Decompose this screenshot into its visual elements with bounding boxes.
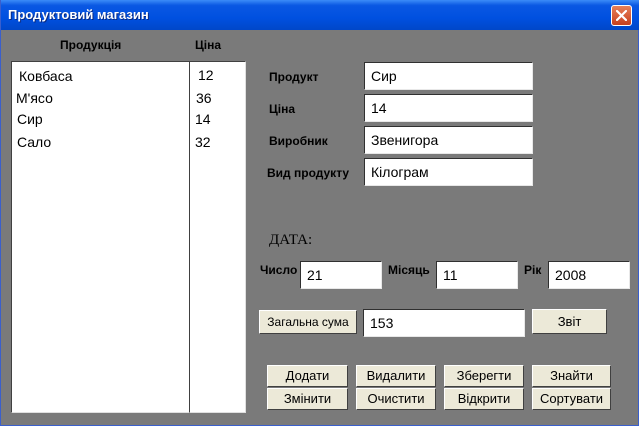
total-sum-button[interactable]: Загальна сума	[259, 310, 357, 334]
year-field[interactable]	[548, 261, 630, 289]
open-button[interactable]: Відкрити	[444, 388, 524, 410]
maker-field[interactable]	[364, 126, 533, 154]
title-bar[interactable]: Продуктовий магазин	[1, 0, 639, 30]
price-field[interactable]	[364, 94, 533, 122]
price-list-header: Ціна	[195, 38, 222, 52]
price-listbox[interactable]: 12 36 14 32	[189, 61, 246, 413]
report-button[interactable]: Звіт	[532, 309, 607, 334]
find-button[interactable]: Знайти	[532, 365, 611, 387]
window-title: Продуктовий магазин	[8, 7, 149, 22]
month-label: Місяць	[388, 263, 430, 277]
month-field[interactable]	[436, 261, 518, 289]
maker-label: Виробник	[269, 134, 328, 148]
year-label: Рік	[524, 263, 542, 277]
price-label: Ціна	[269, 102, 296, 116]
kind-field[interactable]	[364, 158, 533, 186]
date-heading: ДАТА:	[269, 232, 313, 248]
close-icon	[616, 10, 627, 21]
sort-button[interactable]: Сортувати	[532, 388, 611, 410]
product-label: Продукт	[269, 70, 319, 84]
list-item[interactable]: 32	[195, 134, 211, 150]
clear-button[interactable]: Очистити	[356, 388, 436, 410]
list-item[interactable]: 14	[195, 111, 211, 127]
app-window: Продуктовий магазин Продукція Ціна Ковба…	[0, 0, 639, 426]
product-field[interactable]	[364, 62, 533, 90]
list-item[interactable]: Ковбаса	[19, 68, 73, 84]
day-label: Число	[260, 263, 298, 277]
product-listbox[interactable]: Ковбаса М'ясо Сир Сало	[11, 61, 190, 413]
list-item[interactable]: 12	[198, 67, 214, 83]
day-field[interactable]	[300, 261, 382, 289]
total-sum-field[interactable]	[363, 309, 525, 337]
list-item[interactable]: М'ясо	[16, 90, 53, 106]
delete-button[interactable]: Видалити	[356, 365, 436, 387]
save-button[interactable]: Зберегти	[444, 365, 524, 387]
list-item[interactable]: Сир	[17, 111, 43, 127]
list-item[interactable]: Сало	[17, 134, 51, 150]
add-button[interactable]: Додати	[267, 365, 348, 387]
product-list-header: Продукція	[60, 38, 122, 52]
kind-label: Вид продукту	[267, 166, 350, 180]
close-button[interactable]	[611, 5, 632, 26]
edit-button[interactable]: Змінити	[267, 388, 348, 410]
list-item[interactable]: 36	[196, 90, 212, 106]
